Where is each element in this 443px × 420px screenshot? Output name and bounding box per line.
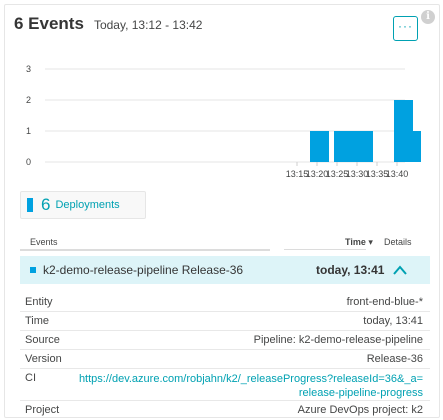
- event-row-selected[interactable]: k2-demo-release-pipeline Release-36 toda…: [20, 256, 430, 284]
- detail-row-project: Project Azure DevOps project: k2: [20, 402, 430, 420]
- info-icon[interactable]: i: [421, 10, 435, 24]
- panel-header: 6 Events Today, 13:12 - 13:42: [14, 14, 202, 34]
- detail-row-version: Version Release-36: [20, 351, 430, 369]
- y-tick-label: 1: [26, 126, 31, 136]
- deployment-color-marker: [27, 198, 33, 212]
- detail-value: Azure DevOps project: k2: [297, 404, 423, 416]
- detail-value: today, 13:41: [363, 315, 423, 327]
- detail-row-source: Source Pipeline: k2-demo-release-pipelin…: [20, 332, 430, 350]
- event-type-marker: [30, 267, 36, 273]
- detail-key: CI: [25, 372, 36, 384]
- detail-key: Entity: [25, 296, 53, 308]
- ci-link-line-2: release-pipeline-progress: [298, 387, 423, 399]
- detail-value: Release-36: [366, 353, 423, 365]
- column-header-time-sort[interactable]: Time ▾: [345, 237, 373, 248]
- detail-key: Project: [25, 404, 60, 416]
- detail-key: Time: [25, 315, 50, 327]
- event-bar[interactable]: [310, 131, 329, 162]
- event-bar[interactable]: [354, 131, 373, 162]
- event-time: today, 13:41: [316, 263, 385, 277]
- page-title: 6 Events: [14, 14, 84, 33]
- detail-key: Source: [25, 334, 60, 346]
- events-chart: 0 1 2 3 13:15 13:20 13:25 13:30 13:35 13:40: [0, 58, 443, 183]
- detail-row-ci: CI https://dev.azure.com/robjahn/k2/_rel…: [20, 370, 430, 401]
- ci-link-line-1: https://dev.azure.com/robjahn/k2/_releas…: [78, 373, 423, 385]
- x-tick-label: 13:40: [386, 169, 409, 179]
- deployments-count: 6: [41, 195, 51, 214]
- column-header-events: Events: [30, 237, 58, 247]
- more-options-button[interactable]: ···: [393, 16, 418, 41]
- event-bar[interactable]: [402, 131, 421, 162]
- event-name: k2-demo-release-pipeline Release-36: [43, 263, 244, 277]
- time-range: Today, 13:12 - 13:42: [93, 18, 203, 32]
- detail-row-entity: Entity front-end-blue-*: [20, 294, 430, 312]
- detail-row-time: Time today, 13:41: [20, 313, 430, 331]
- deployments-filter-tile[interactable]: 6 Deployments: [20, 191, 146, 219]
- chevron-up-icon[interactable]: [392, 263, 408, 277]
- y-tick-label: 2: [26, 95, 31, 105]
- deployments-label: Deployments: [55, 199, 120, 211]
- ci-release-link[interactable]: https://dev.azure.com/robjahn/k2/_releas…: [79, 372, 423, 400]
- detail-key: Version: [25, 353, 62, 365]
- events-table-header: Events Time ▾ Details: [20, 236, 430, 251]
- detail-value: front-end-blue-*: [346, 296, 423, 308]
- column-header-details: Details: [384, 237, 412, 247]
- detail-value: Pipeline: k2-demo-release-pipeline: [253, 334, 423, 346]
- events-bar-chart: 012313:1513:2013:2513:3013:3513:40: [26, 64, 421, 179]
- y-tick-label: 0: [26, 157, 31, 167]
- header-divider: [284, 249, 366, 250]
- y-tick-label: 3: [26, 64, 31, 74]
- header-divider: [20, 249, 270, 251]
